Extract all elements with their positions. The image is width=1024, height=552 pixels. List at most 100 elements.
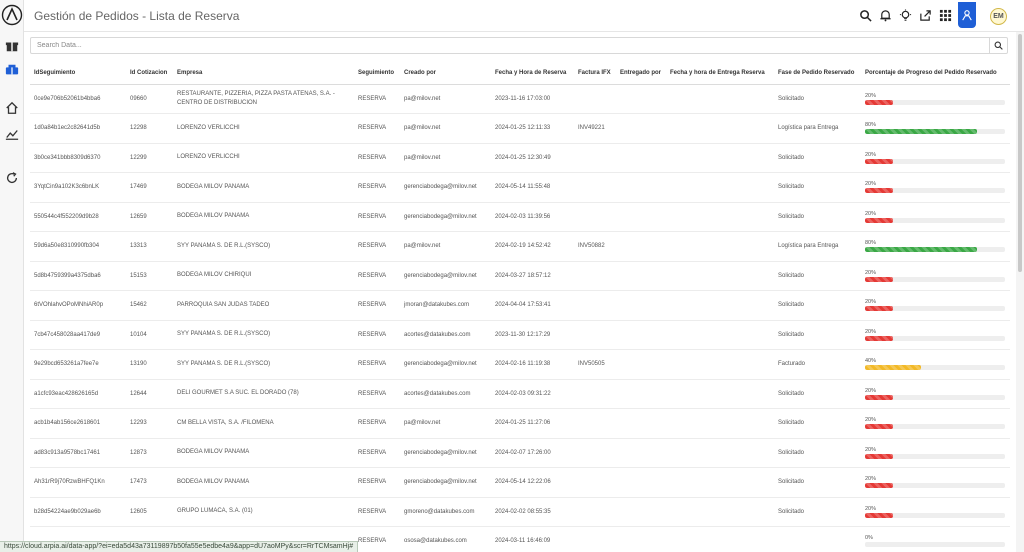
- progress-label: 0%: [865, 535, 873, 542]
- cell-creado-por: gerenciabodega@milov.net: [400, 202, 491, 232]
- cell-factura-ifx: [574, 379, 616, 409]
- avatar[interactable]: EM: [990, 8, 1007, 25]
- cell-fase-pedido: Solicitado: [774, 261, 861, 291]
- table-row[interactable]: acb1b4ab156ce2618601 12293 CM BELLA VISTA,…: [30, 408, 1010, 439]
- progress-label: 20%: [865, 387, 877, 394]
- table-row[interactable]: 7cb47c458028aa417de9 10104 SYY PANAMA S. D…: [30, 320, 1010, 350]
- cell-factura-ifx: [574, 84, 616, 114]
- cell-seguimiento: RESERVA: [354, 113, 400, 144]
- column-header-factura-ifx[interactable]: Factura IFX: [574, 62, 616, 85]
- column-header-fecha-reserva[interactable]: Fecha y Hora de Reserva: [491, 62, 574, 85]
- column-header-fase-pedido[interactable]: Fase de Pedido Reservado: [774, 62, 861, 85]
- cell-fecha-entrega: [666, 349, 774, 380]
- cell-fase-pedido: Solicitado: [774, 172, 861, 203]
- cell-idseguimiento: ad83c913a9578bc17461: [30, 438, 126, 468]
- progress-bar-fill: [865, 365, 921, 371]
- cell-creado-por: acortes@datakubes.com: [400, 379, 491, 409]
- cell-progress: 20%: [861, 379, 1010, 409]
- cell-empresa: DELI GOURMET S.A SUC. EL DORADO (78): [173, 379, 354, 409]
- cell-creado-por: pa@milov.net: [400, 143, 491, 173]
- cell-progress: 20%: [861, 290, 1010, 321]
- cell-idseguimiento: 6tVOhlahvOPoMNhiAR0p: [30, 290, 126, 321]
- cell-factura-ifx: [574, 261, 616, 291]
- progress-label: 20%: [865, 446, 877, 453]
- cell-progress: 20%: [861, 438, 1010, 468]
- cell-factura-ifx: [574, 143, 616, 173]
- cell-seguimiento: RESERVA: [354, 349, 400, 380]
- table-row[interactable]: b28d54224ae9b029ae6b 12605 GRUPO LUMACA, S…: [30, 497, 1010, 527]
- table-row[interactable]: 5d8b4759399a4375dba6 15153 BODEGA MILOV CH…: [30, 261, 1010, 291]
- cell-empresa: SYY PANAMA S. DE R.L.(SYSCO): [173, 231, 354, 262]
- cell-fecha-reserva: 2024-01-25 12:30:49: [491, 143, 574, 173]
- cell-empresa: BODEGA MILOV PANAMA: [173, 467, 354, 498]
- search-input[interactable]: [31, 38, 989, 53]
- column-header-idseguimiento[interactable]: IdSeguimiento: [30, 62, 126, 85]
- table-header-row: IdSeguimiento Id Cotizacion Empresa Segu…: [30, 62, 1010, 85]
- chart-icon[interactable]: [4, 126, 20, 142]
- cell-factura-ifx: [574, 497, 616, 527]
- lightbulb-icon[interactable]: [898, 8, 912, 22]
- cell-fecha-entrega: [666, 526, 774, 552]
- cell-fecha-reserva: 2024-01-25 11:27:06: [491, 408, 574, 439]
- column-header-entregado-por[interactable]: Entregado por: [616, 62, 666, 85]
- table-row[interactable]: a1cfc93eac428626165d 12644 DELI GOURMET S.…: [30, 379, 1010, 409]
- column-header-empresa[interactable]: Empresa: [173, 62, 354, 85]
- cell-fecha-entrega: [666, 113, 774, 144]
- cell-progress: 80%: [861, 231, 1010, 262]
- page-title: Gestión de Pedidos - Lista de Reserva: [34, 9, 240, 23]
- cell-fecha-entrega: [666, 84, 774, 114]
- user-icon: [962, 10, 972, 21]
- table-row[interactable]: 1d0a84b1ec2c82641d5b 12298 LORENZO VERLICC…: [30, 113, 1010, 144]
- column-header-creado-por[interactable]: Creado por: [400, 62, 491, 85]
- cell-entregado-por: [616, 320, 666, 350]
- cell-seguimiento: RESERVA: [354, 497, 400, 527]
- column-header-id-cotizacion[interactable]: Id Cotizacion: [126, 62, 173, 85]
- cell-entregado-por: [616, 379, 666, 409]
- vertical-scrollbar[interactable]: [1016, 32, 1024, 552]
- cell-fase-pedido: Solicitado: [774, 202, 861, 232]
- home-icon[interactable]: [4, 100, 20, 116]
- app-logo[interactable]: [1, 4, 23, 26]
- progress-bar: [865, 365, 1005, 371]
- cell-fecha-entrega: [666, 231, 774, 262]
- cell-factura-ifx: [574, 172, 616, 203]
- refresh-icon[interactable]: [4, 170, 20, 186]
- gift-icon[interactable]: [4, 38, 20, 54]
- boxes-icon[interactable]: [4, 62, 20, 78]
- scrollbar-thumb[interactable]: [1018, 34, 1022, 272]
- user-profile-button[interactable]: [958, 2, 976, 28]
- cell-fecha-reserva: 2024-03-27 18:57:12: [491, 261, 574, 291]
- table-row[interactable]: 59d6a50e8310990fb304 13313 SYY PANAMA S. D…: [30, 231, 1010, 262]
- cell-id-cotizacion: 17469: [126, 172, 173, 203]
- table-row[interactable]: 3YqtCin9a102K3c6bnLK 17469 BODEGA MILOV PA…: [30, 172, 1010, 203]
- table-row[interactable]: 550544c4f552209d9b28 12659 BODEGA MILOV PA…: [30, 202, 1010, 232]
- cell-fecha-reserva: 2024-02-07 17:26:00: [491, 438, 574, 468]
- progress-label: 20%: [865, 299, 877, 306]
- column-header-porcentaje-progreso[interactable]: Porcentaje de Progreso del Pedido Reserv…: [861, 62, 1010, 85]
- cell-entregado-por: [616, 113, 666, 144]
- bell-icon[interactable]: [878, 8, 892, 22]
- table-row[interactable]: 6tVOhlahvOPoMNhiAR0p 15462 PARROQUIA SAN J…: [30, 290, 1010, 321]
- cell-creado-por: gerenciabodega@milov.net: [400, 261, 491, 291]
- share-icon[interactable]: [918, 8, 932, 22]
- search-icon[interactable]: [858, 8, 872, 22]
- cell-factura-ifx: INV49221: [574, 113, 616, 144]
- cell-entregado-por: [616, 231, 666, 262]
- progress-label: 20%: [865, 476, 877, 483]
- table-row[interactable]: Ah31rR9j70RzwBHFQ1Kn 17473 BODEGA MILOV PA…: [30, 467, 1010, 498]
- table-row[interactable]: 0ce9e706b52061b4bba6 09660 RESTAURANTE, PI…: [30, 84, 1010, 114]
- progress-bar: [865, 335, 1005, 341]
- progress-bar: [865, 542, 1005, 548]
- cell-empresa: BODEGA MILOV PANAMA: [173, 202, 354, 232]
- cell-fase-pedido: [774, 526, 861, 552]
- table-row[interactable]: 9e29bcd653261a7fee7e 13190 SYY PANAMA S. D…: [30, 349, 1010, 380]
- column-header-fecha-entrega[interactable]: Fecha y hora de Entrega Reserva: [666, 62, 774, 85]
- column-header-seguimiento[interactable]: Seguimiento: [354, 62, 400, 85]
- table-row[interactable]: 3b0ce341bbb8309d6370 12299 LORENZO VERLICC…: [30, 143, 1010, 173]
- search-button[interactable]: [989, 38, 1007, 53]
- cell-seguimiento: RESERVA: [354, 526, 400, 552]
- progress-bar-fill: [865, 306, 893, 312]
- apps-grid-icon[interactable]: [938, 8, 952, 22]
- table-row[interactable]: ad83c913a9578bc17461 12873 BODEGA MILOV PA…: [30, 438, 1010, 468]
- progress-bar: [865, 276, 1005, 282]
